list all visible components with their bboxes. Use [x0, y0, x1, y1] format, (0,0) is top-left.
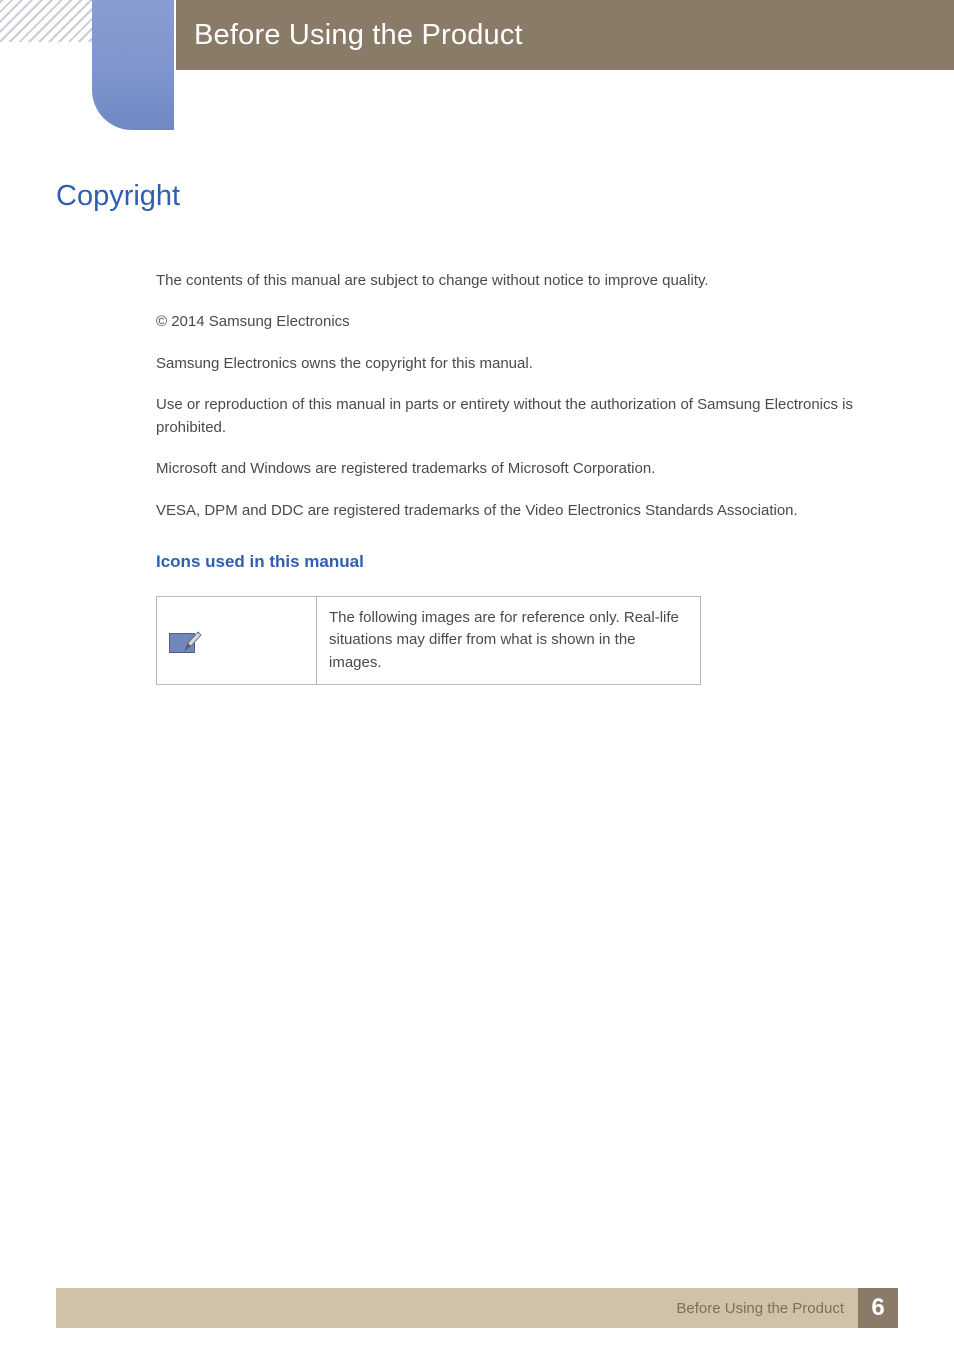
page-number: 6 [858, 1288, 898, 1328]
icons-table: The following images are for reference o… [156, 596, 701, 686]
chapter-title: Before Using the Product [194, 19, 523, 52]
footer-chapter-label: Before Using the Product [676, 1300, 844, 1317]
body-text: The contents of this manual are subject … [156, 269, 898, 522]
paragraph: © 2014 Samsung Electronics [156, 310, 898, 333]
paragraph: Use or reproduction of this manual in pa… [156, 393, 898, 440]
chapter-header-bar: Before Using the Product [176, 0, 954, 70]
pen-icon [183, 630, 203, 652]
icon-description: The following images are for reference o… [317, 596, 701, 685]
paragraph: VESA, DPM and DDC are registered tradema… [156, 499, 898, 522]
icon-cell [157, 596, 317, 685]
paragraph: The contents of this manual are subject … [156, 269, 898, 292]
subsection-heading: Icons used in this manual [156, 552, 898, 572]
page-footer: Before Using the Product 6 [56, 1288, 898, 1328]
paragraph: Samsung Electronics owns the copyright f… [156, 352, 898, 375]
chapter-tab-decoration [92, 0, 174, 130]
page-content: Copyright The contents of this manual ar… [56, 180, 898, 685]
section-heading: Copyright [56, 180, 898, 213]
note-icon [169, 627, 203, 655]
table-row: The following images are for reference o… [157, 596, 701, 685]
paragraph: Microsoft and Windows are registered tra… [156, 457, 898, 480]
